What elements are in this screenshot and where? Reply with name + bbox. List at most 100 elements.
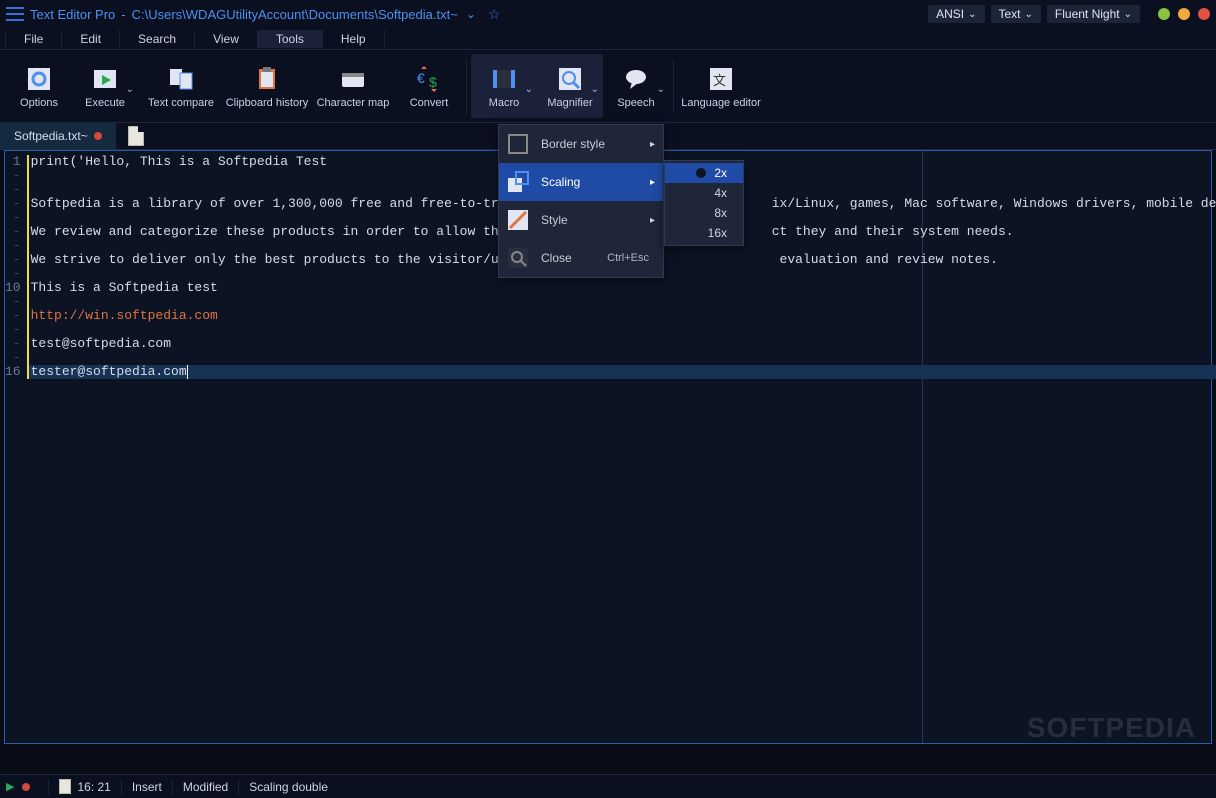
- titlebar: Text Editor Pro - C:\Users\WDAGUtilityAc…: [0, 0, 1216, 28]
- statusbar: ▶ 16: 21 Insert Modified Scaling double: [0, 774, 1216, 798]
- ribbon-execute[interactable]: Execute⌄: [72, 54, 138, 118]
- menu-item-close[interactable]: CloseCtrl+Esc: [499, 239, 663, 277]
- gutter-line: -: [5, 253, 27, 267]
- menu-help[interactable]: Help: [322, 30, 385, 48]
- lang-icon: 文: [706, 64, 736, 94]
- menu-item-style[interactable]: Style▸: [499, 201, 663, 239]
- maximize-dot[interactable]: [1178, 8, 1190, 20]
- code-line[interactable]: http://win.softpedia.com: [27, 309, 1216, 323]
- close-dot[interactable]: [1198, 8, 1210, 20]
- menubar: FileEditSearchViewToolsHelp: [0, 28, 1216, 50]
- gutter-line: -: [5, 337, 27, 351]
- gutter-line: -: [5, 309, 27, 323]
- mode-dropdown[interactable]: Text⌄: [991, 5, 1041, 23]
- chevron-down-icon: ⌄: [126, 84, 134, 95]
- record-icon[interactable]: [22, 783, 30, 791]
- code-line[interactable]: test@softpedia.com: [27, 337, 1216, 351]
- app-name: Text Editor Pro: [30, 7, 115, 22]
- file-tab[interactable]: Softpedia.txt~: [0, 122, 116, 150]
- menu-item-border-style[interactable]: Border style▸: [499, 125, 663, 163]
- scaling-option-8x[interactable]: 8x: [665, 203, 743, 223]
- title-dropdown-icon[interactable]: ⌄: [466, 7, 476, 21]
- ribbon-tools: OptionsExecute⌄Text compareClipboard his…: [0, 50, 1216, 122]
- ribbon-character-map[interactable]: Character map: [310, 54, 396, 118]
- gutter-line: -: [5, 351, 27, 365]
- ribbon-magnifier[interactable]: Magnifier⌄: [537, 54, 603, 118]
- speech-icon: [621, 64, 651, 94]
- chevron-right-icon: ▸: [650, 177, 655, 188]
- chevron-down-icon: ⌄: [1124, 9, 1132, 20]
- gutter-line: -: [5, 169, 27, 183]
- svg-text:$: $: [429, 74, 437, 90]
- menu-item-scaling[interactable]: Scaling▸: [499, 163, 663, 201]
- options-icon: [24, 64, 54, 94]
- code-line[interactable]: [27, 295, 1216, 309]
- menu-file[interactable]: File: [5, 30, 62, 48]
- chevron-down-icon: ⌄: [525, 84, 533, 95]
- magnifier-icon: [555, 64, 585, 94]
- hamburger-menu-icon[interactable]: [6, 7, 24, 21]
- svg-text:文: 文: [713, 73, 726, 88]
- menu-edit[interactable]: Edit: [61, 30, 120, 48]
- scaling-option-4x[interactable]: 4x: [665, 183, 743, 203]
- convert-icon: €$: [414, 64, 444, 94]
- title-separator: -: [121, 7, 125, 22]
- macro-icon: [489, 64, 519, 94]
- scaling-option-2x[interactable]: 2x: [665, 163, 743, 183]
- page-icon: [59, 779, 71, 794]
- window-controls: [1158, 8, 1210, 20]
- gutter-line: -: [5, 323, 27, 337]
- file-path: C:\Users\WDAGUtilityAccount\Documents\So…: [132, 7, 458, 22]
- style-icon: [505, 207, 531, 233]
- chevron-right-icon: ▸: [650, 139, 655, 150]
- file-tab-label: Softpedia.txt~: [14, 129, 88, 143]
- watermark: SOFTPEDIA: [1027, 712, 1196, 744]
- gutter-line: 10: [5, 281, 27, 295]
- code-line[interactable]: [27, 351, 1216, 365]
- code-line[interactable]: tester@softpedia.com: [27, 365, 1216, 379]
- gutter-line: -: [5, 183, 27, 197]
- ribbon-speech[interactable]: Speech⌄: [603, 54, 669, 118]
- charmap-icon: [338, 64, 368, 94]
- theme-dropdown[interactable]: Fluent Night⌄: [1047, 5, 1140, 23]
- svg-text:€: €: [417, 70, 425, 86]
- code-line[interactable]: [27, 323, 1216, 337]
- ribbon-options[interactable]: Options: [6, 54, 72, 118]
- scaling-status: Scaling double: [249, 780, 328, 794]
- chevron-down-icon: ⌄: [968, 9, 976, 20]
- menu-view[interactable]: View: [194, 30, 258, 48]
- ribbon-language-editor[interactable]: 文Language editor: [678, 54, 764, 118]
- encoding-dropdown[interactable]: ANSI⌄: [928, 5, 984, 23]
- scaling-icon: [505, 169, 531, 195]
- new-tab-icon[interactable]: [128, 126, 144, 146]
- compare-icon: [166, 64, 196, 94]
- code-line[interactable]: This is a Softpedia test: [27, 281, 1216, 295]
- gutter-line: -: [5, 295, 27, 309]
- ribbon-macro[interactable]: Macro⌄: [471, 54, 537, 118]
- scaling-submenu: 2x4x8x16x: [664, 160, 744, 246]
- favorite-star-icon[interactable]: ☆: [488, 6, 501, 23]
- execute-icon: [90, 64, 120, 94]
- gutter-line: 16: [5, 365, 27, 379]
- magnifier-menu: Border style▸Scaling▸Style▸CloseCtrl+Esc: [498, 124, 664, 278]
- gutter-line: -: [5, 239, 27, 253]
- ribbon-clipboard-history[interactable]: Clipboard history: [224, 54, 310, 118]
- gutter-line: -: [5, 211, 27, 225]
- insert-mode[interactable]: Insert: [132, 780, 162, 794]
- ribbon-convert[interactable]: €$Convert: [396, 54, 462, 118]
- ribbon-text-compare[interactable]: Text compare: [138, 54, 224, 118]
- chevron-right-icon: ▸: [650, 215, 655, 226]
- modified-indicator-icon: [94, 132, 102, 140]
- gutter-line: 1: [5, 155, 27, 169]
- minimize-dot[interactable]: [1158, 8, 1170, 20]
- gutter-line: -: [5, 267, 27, 281]
- chevron-down-icon: ⌄: [657, 84, 665, 95]
- clipboard-icon: [252, 64, 282, 94]
- play-icon[interactable]: ▶: [6, 780, 14, 793]
- menu-search[interactable]: Search: [119, 30, 195, 48]
- scaling-option-16x[interactable]: 16x: [665, 223, 743, 243]
- modified-status: Modified: [183, 780, 228, 794]
- gutter-line: -: [5, 197, 27, 211]
- menu-tools[interactable]: Tools: [257, 30, 323, 48]
- close-magnifier-icon: [505, 245, 531, 271]
